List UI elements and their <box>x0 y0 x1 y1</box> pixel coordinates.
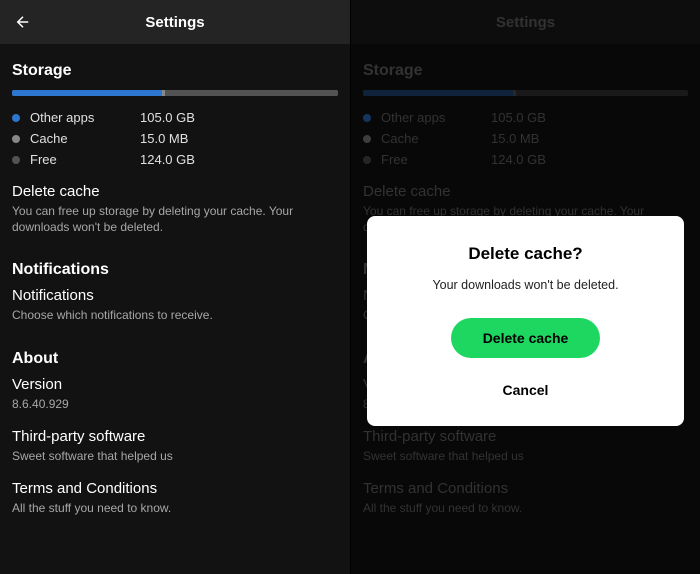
item-title: Version <box>12 376 338 393</box>
header-bar: Settings <box>0 0 350 44</box>
item-subtitle: 8.6.40.929 <box>12 396 338 412</box>
storage-bar-free <box>165 90 338 96</box>
legend-dot-apps-icon <box>12 114 20 122</box>
terms-item[interactable]: Terms and Conditions All the stuff you n… <box>12 480 338 516</box>
third-party-item[interactable]: Third-party software Sweet software that… <box>12 428 338 464</box>
item-subtitle: Sweet software that helped us <box>12 448 338 464</box>
legend-value: 105.0 GB <box>140 110 195 125</box>
legend-row-other-apps: Other apps 105.0 GB <box>12 110 338 125</box>
storage-bar <box>12 90 338 96</box>
storage-heading: Storage <box>12 62 338 80</box>
version-item[interactable]: Version 8.6.40.929 <box>12 376 338 412</box>
legend-dot-free-icon <box>12 156 20 164</box>
legend-row-free: Free 124.0 GB <box>12 152 338 167</box>
legend-row-cache: Cache 15.0 MB <box>12 131 338 146</box>
delete-cache-modal: Delete cache? Your downloads won't be de… <box>367 216 684 426</box>
item-title: Terms and Conditions <box>12 480 338 497</box>
item-title: Notifications <box>12 287 338 304</box>
item-title: Third-party software <box>12 428 338 445</box>
modal-message: Your downloads won't be deleted. <box>387 278 664 292</box>
item-subtitle: All the stuff you need to know. <box>12 500 338 516</box>
item-subtitle: You can free up storage by deleting your… <box>12 203 338 235</box>
notifications-item[interactable]: Notifications Choose which notifications… <box>12 287 338 323</box>
delete-cache-confirm-button[interactable]: Delete cache <box>451 318 601 358</box>
delete-cache-item[interactable]: Delete cache You can free up storage by … <box>12 183 338 235</box>
notifications-heading: Notifications <box>12 261 338 279</box>
back-arrow-icon[interactable] <box>14 13 32 31</box>
legend-dot-cache-icon <box>12 135 20 143</box>
settings-screen-right: Settings Storage Other apps 105.0 GB Cac… <box>350 0 700 574</box>
about-heading: About <box>12 350 338 368</box>
storage-bar-apps <box>12 90 162 96</box>
settings-screen-left: Settings Storage Other apps 105.0 GB Cac… <box>0 0 350 574</box>
legend-value: 15.0 MB <box>140 131 188 146</box>
legend-label: Other apps <box>30 110 140 125</box>
legend-label: Free <box>30 152 140 167</box>
page-title: Settings <box>145 14 204 31</box>
item-title: Delete cache <box>12 183 338 200</box>
legend-label: Cache <box>30 131 140 146</box>
legend-value: 124.0 GB <box>140 152 195 167</box>
modal-title: Delete cache? <box>387 244 664 264</box>
item-subtitle: Choose which notifications to receive. <box>12 307 338 323</box>
cancel-button[interactable]: Cancel <box>387 372 664 408</box>
